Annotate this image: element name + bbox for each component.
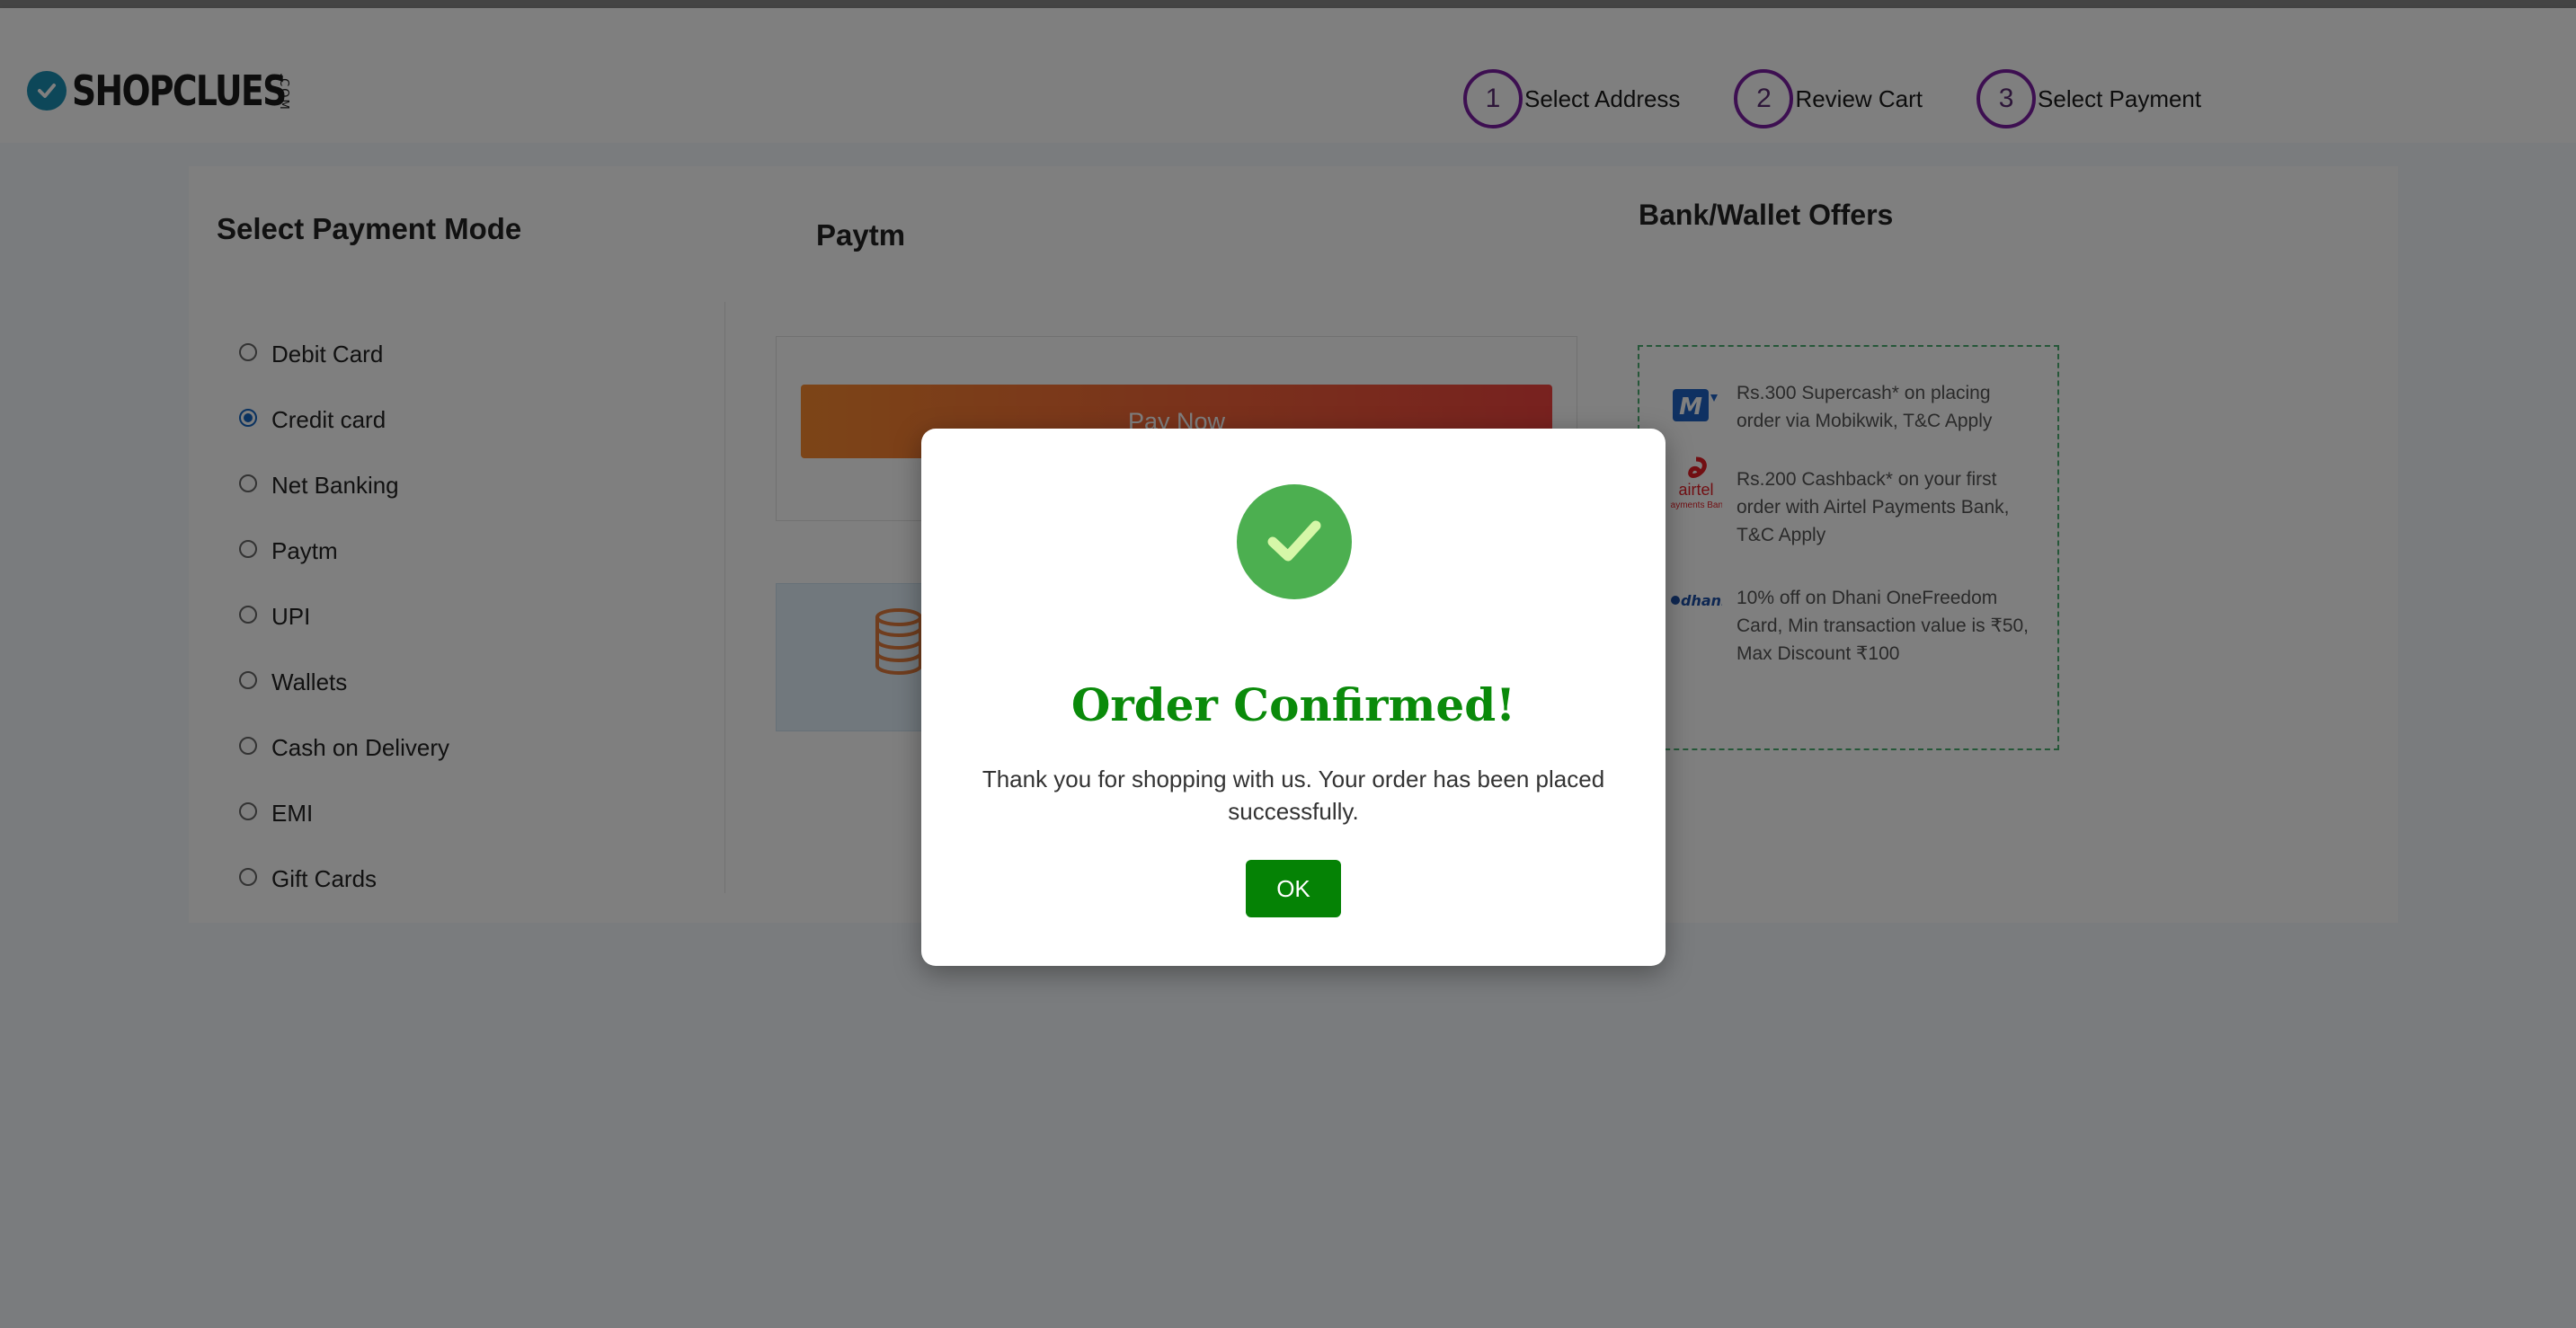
order-confirmed-dialog: Order Confirmed! Thank you for shopping … (921, 429, 1666, 966)
ok-button[interactable]: OK (1246, 860, 1341, 917)
dialog-title: Order Confirmed! (1070, 678, 1516, 731)
check-icon (1237, 484, 1352, 599)
dialog-message: Thank you for shopping with us. Your ord… (982, 766, 1605, 825)
